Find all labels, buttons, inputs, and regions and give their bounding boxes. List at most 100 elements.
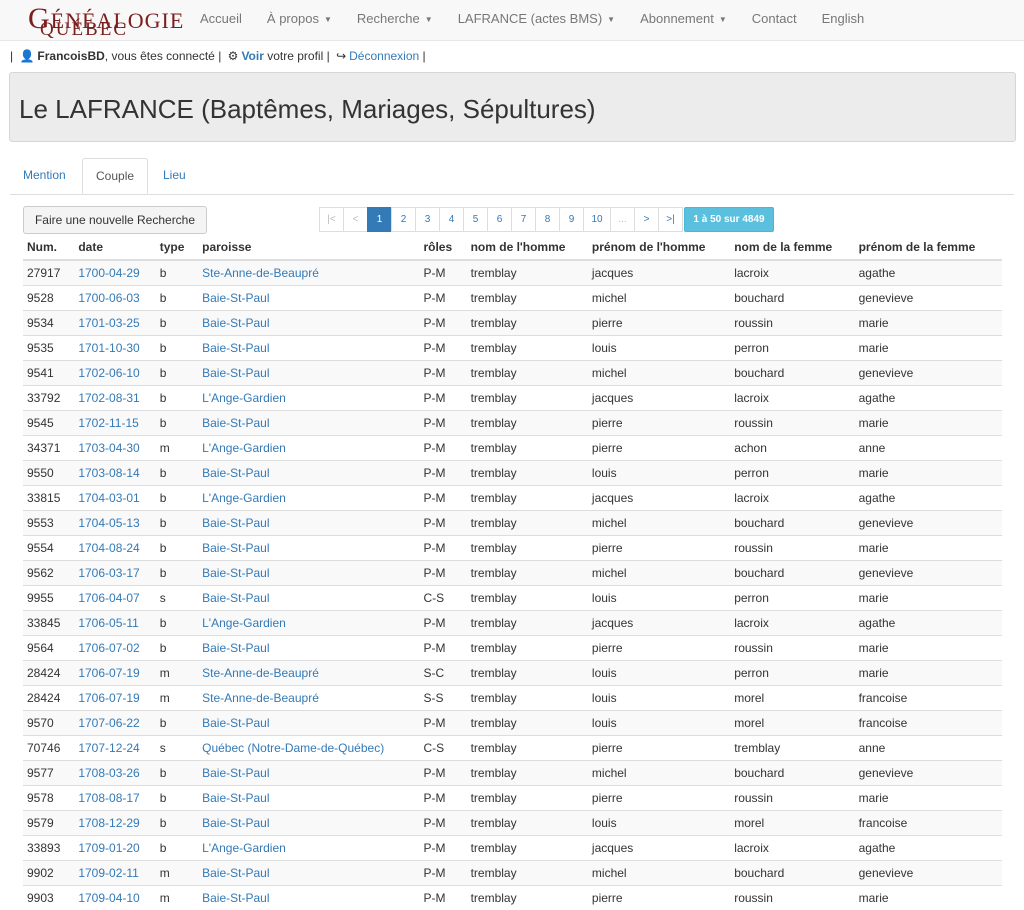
date-link[interactable]: 1700-06-03: [74, 286, 155, 311]
date-link[interactable]: 1706-05-11: [74, 611, 155, 636]
date-link[interactable]: 1702-11-15: [74, 411, 155, 436]
column-header[interactable]: Num.: [23, 235, 74, 260]
parish-link[interactable]: Baie-St-Paul: [198, 786, 419, 811]
nav-item-3[interactable]: LAFRANCE (actes BMS)▼: [458, 0, 615, 40]
parish-link[interactable]: Baie-St-Paul: [198, 286, 419, 311]
nav-item-0[interactable]: Accueil: [200, 0, 242, 40]
date-link[interactable]: 1708-12-29: [74, 811, 155, 836]
parish-link[interactable]: Baie-St-Paul: [198, 311, 419, 336]
parish-link[interactable]: Ste-Anne-de-Beaupré: [198, 661, 419, 686]
table-cell: P-M: [419, 861, 466, 886]
parish-link[interactable]: L'Ange-Gardien: [198, 386, 419, 411]
date-link[interactable]: 1704-05-13: [74, 511, 155, 536]
parish-link[interactable]: L'Ange-Gardien: [198, 436, 419, 461]
parish-link[interactable]: Baie-St-Paul: [198, 586, 419, 611]
page-button-6[interactable]: 5: [463, 207, 488, 232]
parish-link[interactable]: Ste-Anne-de-Beaupré: [198, 260, 419, 286]
page-button-0[interactable]: |<: [319, 207, 344, 232]
parish-link[interactable]: Baie-St-Paul: [198, 336, 419, 361]
page-button-11[interactable]: 10: [583, 207, 611, 232]
parish-link[interactable]: Baie-St-Paul: [198, 861, 419, 886]
parish-link[interactable]: L'Ange-Gardien: [198, 611, 419, 636]
page-button-14[interactable]: >|: [658, 207, 683, 232]
date-link[interactable]: 1704-08-24: [74, 536, 155, 561]
nav-item-2[interactable]: Recherche▼: [357, 0, 433, 40]
date-link[interactable]: 1703-08-14: [74, 461, 155, 486]
date-link[interactable]: 1702-06-10: [74, 361, 155, 386]
parish-link[interactable]: Baie-St-Paul: [198, 636, 419, 661]
date-link[interactable]: 1708-08-17: [74, 786, 155, 811]
page-button-2[interactable]: 1: [367, 207, 392, 232]
table-cell: roussin: [730, 311, 854, 336]
new-search-button[interactable]: Faire une nouvelle Recherche: [23, 206, 207, 234]
nav-item-1[interactable]: À propos▼: [267, 0, 332, 40]
column-header[interactable]: date: [74, 235, 155, 260]
table-row: 284241706-07-19mSte-Anne-de-BeaupréS-Ctr…: [23, 661, 1002, 686]
parish-link[interactable]: Baie-St-Paul: [198, 411, 419, 436]
page-button-5[interactable]: 4: [439, 207, 464, 232]
date-link[interactable]: 1706-04-07: [74, 586, 155, 611]
parish-link[interactable]: Baie-St-Paul: [198, 886, 419, 910]
date-link[interactable]: 1706-07-19: [74, 661, 155, 686]
page-button-4[interactable]: 3: [415, 207, 440, 232]
parish-link[interactable]: Ste-Anne-de-Beaupré: [198, 686, 419, 711]
date-link[interactable]: 1701-10-30: [74, 336, 155, 361]
date-link[interactable]: 1703-04-30: [74, 436, 155, 461]
table-cell: morel: [730, 811, 854, 836]
table-cell: pierre: [588, 886, 730, 910]
parish-link[interactable]: Baie-St-Paul: [198, 561, 419, 586]
parish-link[interactable]: Baie-St-Paul: [198, 761, 419, 786]
date-link[interactable]: 1707-06-22: [74, 711, 155, 736]
date-link[interactable]: 1709-02-11: [74, 861, 155, 886]
logout-link[interactable]: Déconnexion: [349, 49, 419, 63]
date-link[interactable]: 1708-03-26: [74, 761, 155, 786]
table-cell: marie: [855, 336, 1002, 361]
column-header[interactable]: rôles: [419, 235, 466, 260]
date-link[interactable]: 1701-03-25: [74, 311, 155, 336]
date-link[interactable]: 1706-03-17: [74, 561, 155, 586]
date-link[interactable]: 1709-01-20: [74, 836, 155, 861]
column-header[interactable]: nom de la femme: [730, 235, 854, 260]
page-button-7[interactable]: 6: [487, 207, 512, 232]
page-button-13[interactable]: >: [634, 207, 659, 232]
nav-item-4[interactable]: Abonnement▼: [640, 0, 727, 40]
page-button-3[interactable]: 2: [391, 207, 416, 232]
column-header[interactable]: nom de l'homme: [467, 235, 588, 260]
parish-link[interactable]: Baie-St-Paul: [198, 711, 419, 736]
parish-link[interactable]: Baie-St-Paul: [198, 511, 419, 536]
nav-item-6[interactable]: English: [822, 0, 865, 40]
date-link[interactable]: 1700-04-29: [74, 260, 155, 286]
column-header[interactable]: prénom de l'homme: [588, 235, 730, 260]
tab-couple[interactable]: Couple: [82, 158, 148, 194]
parish-link[interactable]: Baie-St-Paul: [198, 461, 419, 486]
table-cell: b: [156, 511, 198, 536]
page-button-9[interactable]: 8: [535, 207, 560, 232]
parish-link[interactable]: Québec (Notre-Dame-de-Québec): [198, 736, 419, 761]
date-link[interactable]: 1702-08-31: [74, 386, 155, 411]
page-button-10[interactable]: 9: [559, 207, 584, 232]
date-link[interactable]: 1707-12-24: [74, 736, 155, 761]
table-cell: 9535: [23, 336, 74, 361]
parish-link[interactable]: L'Ange-Gardien: [198, 836, 419, 861]
site-logo[interactable]: GÉNÉALOGIE QUÉBEC: [28, 0, 178, 40]
date-link[interactable]: 1704-03-01: [74, 486, 155, 511]
parish-link[interactable]: Baie-St-Paul: [198, 361, 419, 386]
page-button-8[interactable]: 7: [511, 207, 536, 232]
column-header[interactable]: paroisse: [198, 235, 419, 260]
parish-link[interactable]: Baie-St-Paul: [198, 536, 419, 561]
page-button-12[interactable]: ...: [610, 207, 635, 232]
column-header[interactable]: prénom de la femme: [855, 235, 1002, 260]
table-cell: louis: [588, 336, 730, 361]
date-link[interactable]: 1709-04-10: [74, 886, 155, 910]
page-button-1[interactable]: <: [343, 207, 368, 232]
date-link[interactable]: 1706-07-19: [74, 686, 155, 711]
profile-link[interactable]: Voir: [241, 49, 263, 63]
parish-link[interactable]: L'Ange-Gardien: [198, 486, 419, 511]
page-title: Le LAFRANCE (Baptêmes, Mariages, Sépultu…: [19, 94, 596, 125]
column-header[interactable]: type: [156, 235, 198, 260]
date-link[interactable]: 1706-07-02: [74, 636, 155, 661]
parish-link[interactable]: Baie-St-Paul: [198, 811, 419, 836]
tab-mention[interactable]: Mention: [10, 158, 79, 194]
tab-lieu[interactable]: Lieu: [150, 158, 199, 194]
nav-item-5[interactable]: Contact: [752, 0, 797, 40]
